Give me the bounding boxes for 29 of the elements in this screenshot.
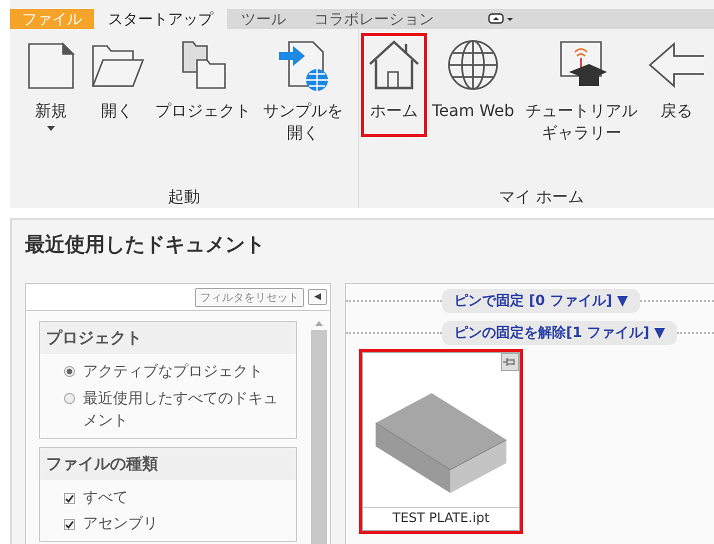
checkbox[interactable] [64, 492, 75, 504]
ribbon-button[interactable]: プロジェクト [150, 33, 256, 137]
option-label: すべて [83, 486, 129, 508]
ribbon-button[interactable]: ホーム [361, 33, 427, 137]
option-label: 最近使用したすべてのドキュメント [83, 388, 279, 431]
group-label: マイ ホーム [499, 187, 584, 208]
checkbox[interactable] [64, 519, 75, 530]
ribbon-tab[interactable]: スタートアップ [94, 9, 227, 29]
ribbon-button[interactable]: 新規 [18, 33, 84, 137]
section-title: 最近使用したドキュメント [25, 231, 266, 258]
file-card[interactable]: TEST PLATE.ipt [362, 352, 520, 531]
radio-button[interactable] [64, 366, 75, 377]
pin-icon[interactable] [501, 353, 519, 371]
option-label: アクティブなプロジェクト [83, 361, 264, 382]
pin-group-header[interactable]: ピンで固定 [0 ファイル] ▼ [442, 289, 640, 313]
pin-group-header[interactable]: ピンの固定を解除[1 ファイル] ▼ [442, 321, 678, 345]
filter-section-title: ファイルの種類 [40, 448, 296, 480]
radio-button[interactable] [64, 392, 75, 404]
filter-section-title: プロジェクト [40, 322, 296, 354]
ribbon-button[interactable]: 戻る [643, 33, 710, 137]
minimize-ribbon-icon[interactable] [488, 12, 514, 26]
file-name: TEST PLATE.ipt [363, 507, 519, 530]
ribbon-tab[interactable]: ツール [227, 9, 300, 29]
ribbon-tab[interactable]: コラボレーション [300, 9, 448, 29]
ribbon-button[interactable]: 開く [84, 33, 150, 137]
ribbon-button[interactable]: Team Web [427, 33, 520, 137]
option-label: アセンブリ [83, 513, 159, 534]
collapse-button[interactable]: ◀ [308, 289, 327, 305]
group-label: 起動 [168, 187, 200, 208]
